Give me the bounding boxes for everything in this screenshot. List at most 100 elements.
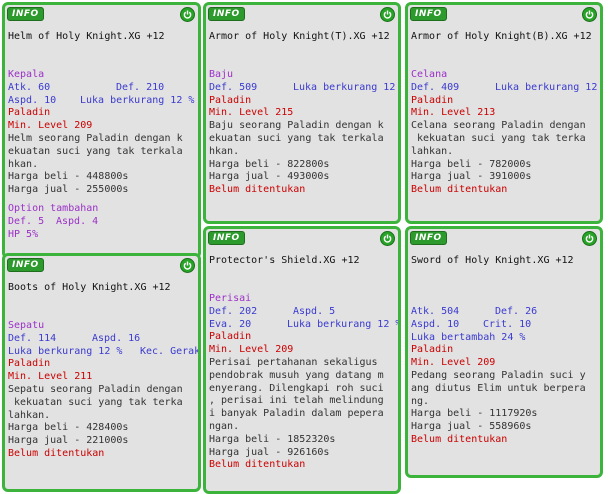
item-card-sword: INFO Sword of Holy Knight.XG +12 Atk. 50… xyxy=(405,226,603,478)
stat-row: Def. 114 Aspd. 16 xyxy=(8,333,196,346)
item-desc-line: enyerang. Dilengkapi roh suci xyxy=(209,382,384,394)
option-hp: HP 5% xyxy=(8,228,39,240)
item-card-helm: INFO Helm of Holy Knight.XG +12 Kepala A… xyxy=(2,2,201,259)
item-card-armor-b: INFO Armor of Holy Knight(B).XG +12 Cela… xyxy=(405,2,603,224)
stat-luka: Luka berkurang 12 % xyxy=(8,345,123,357)
item-desc-line: Helm seorang Paladin dengan k xyxy=(8,132,183,144)
item-buy-price: Harga beli - 1852320s xyxy=(209,433,336,445)
close-power-icon[interactable] xyxy=(180,258,195,273)
item-title: Armor of Holy Knight(B).XG +12 xyxy=(411,31,592,42)
item-desc-line: Baju seorang Paladin dengan k xyxy=(209,120,384,132)
stat-luka: Luka berkurang 12 xyxy=(495,81,598,93)
item-sell-price: Harga jual - 391000s xyxy=(411,171,532,183)
stat-atk: Atk. 60 xyxy=(8,81,51,93)
stat-luka: Luka bertambah 24 % xyxy=(411,331,526,343)
item-card-armor-t: INFO Armor of Holy Knight(T).XG +12 Baju… xyxy=(203,2,401,224)
stat-eva: Eva. 20 xyxy=(209,318,252,330)
stat-row: Luka berkurang 12 % Kec. Gerak xyxy=(8,345,198,359)
item-status: Belum ditentukan xyxy=(8,447,105,459)
info-badge: INFO xyxy=(208,231,245,245)
item-buy-price: Harga beli - 448800s xyxy=(8,171,129,183)
stat-row: Def. 509 Luka berkurang 12 xyxy=(209,82,396,95)
item-buy-price: Harga beli - 822800s xyxy=(209,158,330,170)
item-level: Min. Level 211 xyxy=(8,371,93,383)
stat-row: Atk. 60 Def. 210 xyxy=(8,82,196,95)
stat-row: Def. 202 Aspd. 5 xyxy=(209,306,396,319)
item-title: Protector's Shield.XG +12 xyxy=(209,255,360,266)
close-power-icon[interactable] xyxy=(380,231,395,246)
item-status: Belum ditentukan xyxy=(209,184,306,196)
close-power-icon[interactable] xyxy=(582,231,597,246)
info-badge: INFO xyxy=(410,7,447,21)
item-desc-line: pendobrak musuh yang datang m xyxy=(209,369,384,381)
item-title: Sword of Holy Knight.XG +12 xyxy=(411,255,574,266)
stat-def: Def. 202 xyxy=(209,305,258,317)
item-desc-line: lahkan. xyxy=(8,409,51,421)
item-category: Celana xyxy=(411,69,448,80)
item-desc-line: ekuatan suci yang tak terkala xyxy=(8,145,183,157)
item-status: Belum ditentukan xyxy=(209,459,306,471)
item-desc-line: , perisai ini telah melindung xyxy=(209,395,384,407)
item-desc-line: Celana seorang Paladin dengan xyxy=(411,120,586,132)
stat-row: Atk. 504 Def. 26 xyxy=(411,306,598,319)
info-badge: INFO xyxy=(7,258,44,272)
option-def: Def. 5 xyxy=(8,215,45,227)
item-desc-line: kekuatan suci yang tak terka xyxy=(8,396,183,408)
close-power-icon[interactable] xyxy=(582,7,597,22)
item-job: Paladin xyxy=(209,331,252,343)
stat-atk: Atk. 504 xyxy=(411,306,460,317)
stat-def: Def. 26 xyxy=(495,306,538,317)
close-power-icon[interactable] xyxy=(380,7,395,22)
item-level: Min. Level 209 xyxy=(411,357,496,369)
item-details: Perisai Def. 202 Aspd. 5 Eva. 20 Luka be… xyxy=(209,293,398,472)
item-status: Belum ditentukan xyxy=(411,184,508,196)
stat-crit: Crit. 10 xyxy=(483,318,532,330)
item-desc-line: ekuatan suci yang tak terkala xyxy=(209,132,384,144)
stat-luka: Luka berkurang 12 % xyxy=(287,318,401,330)
item-sell-price: Harga jual - 926160s xyxy=(209,446,330,458)
item-title: Helm of Holy Knight.XG +12 xyxy=(8,31,165,42)
item-desc-line: hkan. xyxy=(209,145,240,157)
stat-row: Aspd. 10 Crit. 10 xyxy=(411,319,598,332)
option-row: Def. 5 Aspd. 4 xyxy=(8,216,196,229)
item-job: Paladin xyxy=(411,94,454,106)
item-details: Baju Def. 509 Luka berkurang 12 Paladin … xyxy=(209,69,396,197)
option-title: Option tambahan xyxy=(8,202,99,214)
stat-def: Def. 509 xyxy=(209,81,258,93)
option-aspd: Aspd. 4 xyxy=(56,215,99,227)
item-job: Paladin xyxy=(8,358,51,370)
item-desc-line: Sepatu seorang Paladin dengan xyxy=(8,383,183,395)
item-buy-price: Harga beli - 782000s xyxy=(411,158,532,170)
item-desc-line: hkan. xyxy=(8,158,39,170)
stat-row: Def. 409 Luka berkurang 12 xyxy=(411,82,598,95)
item-details: Atk. 504 Def. 26 Aspd. 10 Crit. 10 Luka … xyxy=(411,306,598,447)
item-level: Min. Level 209 xyxy=(8,120,93,132)
info-badge: INFO xyxy=(410,231,447,245)
item-job: Paladin xyxy=(411,344,454,356)
item-card-shield: INFO Protector's Shield.XG +12 Perisai D… xyxy=(203,226,401,494)
stat-def: Def. 210 xyxy=(116,81,165,93)
item-title: Armor of Holy Knight(T).XG +12 xyxy=(209,31,390,42)
item-job: Paladin xyxy=(209,94,252,106)
stat-aspd: Aspd. 10 xyxy=(411,318,460,330)
item-sell-price: Harga jual - 558960s xyxy=(411,421,532,433)
item-buy-price: Harga beli - 1117920s xyxy=(411,408,538,420)
close-power-icon[interactable] xyxy=(180,7,195,22)
item-card-boots: INFO Boots of Holy Knight.XG +12 Sepatu … xyxy=(2,253,201,492)
stat-kec: Kec. Gerak xyxy=(140,345,201,357)
item-sell-price: Harga jual - 221000s xyxy=(8,435,129,447)
stat-row: Eva. 20 Luka berkurang 12 % xyxy=(209,318,398,332)
item-desc-line: Pedang seorang Paladin suci y xyxy=(411,369,586,381)
item-category: Perisai xyxy=(209,293,252,304)
stat-aspd: Aspd. 16 xyxy=(92,332,141,344)
stat-luka: Luka berkurang 12 % xyxy=(80,94,195,106)
item-title: Boots of Holy Knight.XG +12 xyxy=(8,282,171,293)
item-status: Belum ditentukan xyxy=(411,433,508,445)
item-level: Min. Level 213 xyxy=(411,107,496,119)
item-level: Min. Level 215 xyxy=(209,107,294,119)
item-details: Kepala Atk. 60 Def. 210 Aspd. 10 Luka be… xyxy=(8,69,196,241)
item-category: Kepala xyxy=(8,69,45,80)
item-category: Baju xyxy=(209,69,234,80)
item-desc-line: i banyak Paladin dalam pepera xyxy=(209,408,384,420)
item-desc-line: ang diutus Elim untuk berpera xyxy=(411,382,586,394)
